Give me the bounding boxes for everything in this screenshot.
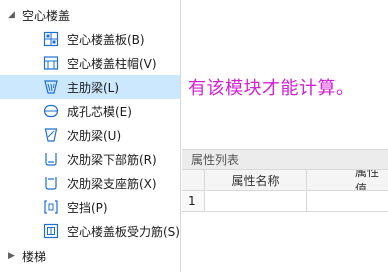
column-header-label: 属性名称 [231,173,280,188]
chevron-right-icon[interactable]: ▶ [8,251,15,261]
secondary-rib-beam-icon [44,128,58,142]
main-rib-beam-icon [44,80,58,94]
bottom-rebar-icon [45,153,57,166]
gap-icon [44,200,58,214]
tree-item-bottom-rebar[interactable]: 次肋梁下部筋(R) [0,147,180,171]
item-label: 成孔芯模(E) [67,104,132,119]
item-label: 主肋梁(L) [67,80,120,95]
table-row-number: 1 [182,191,205,212]
tree-item-main-rib-beam[interactable]: 主肋梁(L) [0,75,180,99]
item-label: 空心楼盖板受力筋(S) [67,224,180,239]
tree-item-secondary-rib-beam[interactable]: 次肋梁(U) [0,123,180,147]
item-label: 次肋梁下部筋(R) [67,152,157,167]
properties-panel-title: 属性列表 [182,149,388,170]
column-header-label: 属性值 [355,170,380,191]
component-tree: ◢ 空心楼盖 空心楼盖板(B) 空心楼盖柱帽(V) 主肋梁(L) 成孔芯模(E)… [0,0,181,272]
tree-item-core-mold[interactable]: 成孔芯模(E) [0,99,180,123]
item-label: 空心楼盖板(B) [67,32,145,47]
item-label: 空心楼盖柱帽(V) [67,56,157,71]
chevron-down-icon[interactable]: ◢ [8,10,15,20]
group-label: 楼梯 [22,249,47,264]
table-cell-value[interactable] [307,191,388,212]
item-label: 次肋梁支座筋(X) [67,176,157,191]
support-rebar-icon [45,177,57,190]
tree-item-stress-rebar[interactable]: 空心楼盖板受力筋(S) [0,219,180,243]
tree-group-stairs[interactable]: ▶ 楼梯 [0,244,180,268]
tree-group-hollow-floor[interactable]: ◢ 空心楼盖 [0,3,180,27]
core-mold-icon [43,104,59,118]
properties-title: 属性列表 [191,153,240,167]
item-label: 空挡(P) [67,200,108,215]
tree-item-column-cap[interactable]: 空心楼盖柱帽(V) [0,51,180,75]
table-cell-name[interactable] [205,191,307,212]
tree-item-hollow-slab[interactable]: 空心楼盖板(B) [0,27,180,51]
tree-item-support-rebar[interactable]: 次肋梁支座筋(X) [0,171,180,195]
grid-corner [182,170,205,191]
column-header-name[interactable]: 属性名称 [205,170,307,191]
group-label: 空心楼盖 [22,8,71,23]
stress-rebar-icon [43,223,59,239]
row-index: 1 [188,194,196,208]
hollow-slab-icon [43,31,59,47]
hint-text: 有该模块才能计算。 [188,78,355,99]
item-label: 次肋梁(U) [67,128,122,143]
column-cap-icon [43,56,59,70]
properties-grid: 属性名称 属性值 1 [182,170,388,272]
tree-item-gap[interactable]: 空挡(P) [0,195,180,219]
column-header-value[interactable]: 属性值 [307,170,388,191]
